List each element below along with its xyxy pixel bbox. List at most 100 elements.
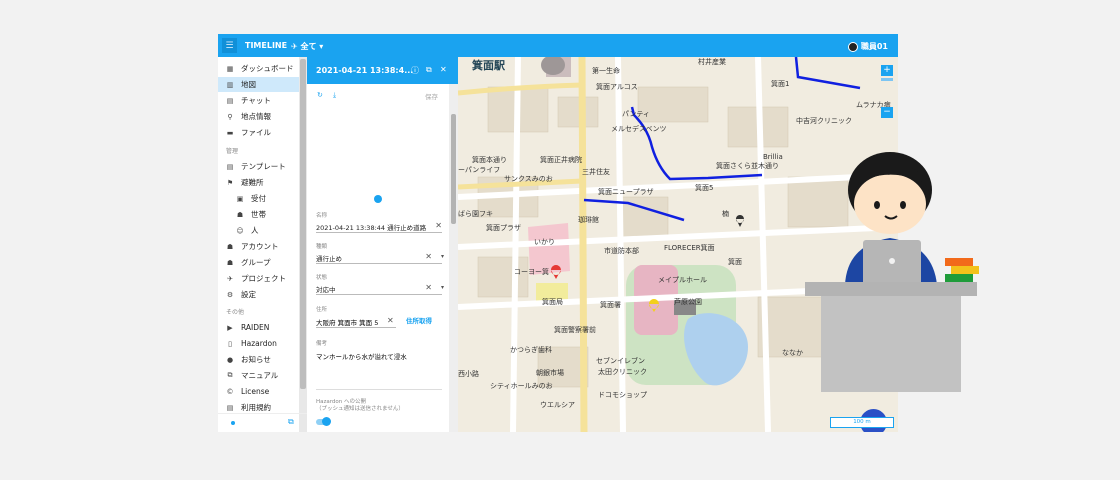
info-icon: ● [226,355,234,364]
map-place-label: いかり [534,238,555,246]
note-field[interactable]: 備考 マンホールから水が溢れて浸水 [316,339,442,361]
map-place-label: ななか [782,349,803,357]
map-place-label: シティホールみのお [490,382,553,390]
chevron-down-icon[interactable]: ▾ [441,253,444,260]
project-filter[interactable]: ✈ 全て ▾ [291,41,323,52]
sidebar-item-label: テンプレート [241,162,286,171]
map-place-label: 村井産業 [698,58,726,66]
sidebar-item[interactable]: ⧉ マニュアル [218,368,299,383]
map-place-label: ーパンライフ [458,166,501,174]
sidebar-item[interactable]: ▤ チャット [218,93,299,108]
app-title[interactable]: TIMELINE [245,41,287,50]
map-place-label: 太田クリニック [598,368,647,376]
sidebar-item[interactable]: ▯ Hazardon [218,336,299,351]
name-label: 名称 [316,213,328,219]
map-icon: ▥ [226,80,234,89]
sidebar-item[interactable]: ⚙ 設定 [218,287,299,302]
map-place-label: かつらぎ歯科 [510,346,552,354]
map-place-label: 箕面さくら並木通り [716,162,779,170]
sidebar-item[interactable]: ▥ 地図 [218,77,299,92]
publish-note: （プッシュ通知は送信されません） [316,406,404,412]
save-button[interactable]: 保存 [425,91,438,101]
map-place-label: 第一生命 [592,67,620,75]
status-select[interactable]: 状態 対応中 ✕ ▾ [316,273,444,295]
chevron-down-icon[interactable]: ▾ [441,284,444,291]
open-external-icon[interactable]: ⧉ [426,65,432,75]
download-icon[interactable]: ⤓ [333,91,336,100]
external-link-icon[interactable]: ⧉ [288,417,294,427]
sidebar-item[interactable]: ☗ アカウント [218,239,299,254]
clear-icon[interactable]: ✕ [387,316,394,325]
map-place-label: 箕面署 [600,301,621,309]
sidebar-item-label: お知らせ [241,355,271,364]
sidebar-scrollbar[interactable] [299,57,307,432]
close-icon[interactable]: ✕ [440,65,447,74]
sidebar-item[interactable]: ⚲ 地点情報 [218,109,299,124]
map-place-label: 箕面1 [771,80,790,88]
sidebar-item-label: 利用規約 [241,403,271,412]
map-place-label: 西小路 [458,370,479,378]
map-place-label: パンティ [622,110,650,118]
sidebar-item[interactable]: ▤ テンプレート [218,159,299,174]
group-icon: ☗ [226,258,234,267]
sidebar-item[interactable]: ▣ 受付 [218,191,299,206]
clear-icon[interactable]: ✕ [425,252,432,261]
sidebar-item-label: グループ [241,258,271,267]
sidebar-item-label: License [241,387,270,396]
map-place-label: 市道防本部 [604,247,639,255]
flag-icon: ⚑ [226,178,234,187]
sidebar-scroll-thumb[interactable] [300,59,306,389]
sidebar-item[interactable]: ▦ ダッシュボード [218,61,299,76]
map-place-label: 三井住友 [582,168,610,176]
zoom-slider[interactable] [881,78,893,81]
clear-icon[interactable]: ✕ [425,283,432,292]
zoom-out-button[interactable]: − [881,107,893,118]
note-label: 備考 [316,341,328,347]
sidebar-item-label: マニュアル [241,371,279,380]
map-place-label: 箕面アルコス [596,83,638,91]
map-place-label: メルセデスベンツ [611,125,667,133]
sidebar-item[interactable]: ⚑ 避難所 [218,175,299,190]
manual-icon: ⧉ [227,371,233,379]
info-icon[interactable]: ⓘ [411,65,419,76]
get-address-button[interactable]: 住所取得 [406,315,432,325]
name-value: 2021-04-21 13:38:44 通行止め道路 [316,224,427,232]
name-field[interactable]: 名称 2021-04-21 13:38:44 通行止め道路 ✕ [316,211,442,233]
toggle-knob [322,417,331,426]
type-select[interactable]: 種類 通行止め ✕ ▾ [316,242,444,264]
sidebar-item[interactable]: ▬ ファイル [218,125,299,140]
sidebar-item[interactable]: © License [218,384,299,399]
address-field[interactable]: 住所 大阪府 箕面市 箕面 5 ✕ 住所取得 [316,305,442,328]
map-place-label: 箕面 [728,258,742,266]
map-place-label: ばら園フキ [458,210,493,218]
panel-scroll-thumb[interactable] [451,114,456,224]
panel-header: 2021-04-21 13:38:4... ⓘ ⧉ ✕ [307,57,458,84]
clear-icon[interactable]: ✕ [435,221,442,230]
map-place-label: 芦原公園 [674,298,702,306]
chat-icon: ▤ [226,96,234,105]
sidebar-item-label: 地点情報 [241,112,271,121]
map-place-label: ドコモショップ [598,391,647,399]
refresh-icon[interactable]: ↻ [317,91,323,99]
reception-icon: ▣ [236,194,244,203]
map-place-label: FLORECER箕面 [664,244,715,252]
zoom-in-button[interactable]: + [881,65,893,76]
sidebar-item-label: 世帯 [251,210,266,219]
sidebar-item[interactable]: ☺ 人 [218,223,299,238]
sidebar-item[interactable]: ✈ プロジェクト [218,271,299,286]
sidebar-item-label: 受付 [251,194,266,203]
panel-scrollbar[interactable] [449,84,458,432]
app-window: ☰ TIMELINE ✈ 全て ▾ 職員01 ▦ ダッシュボード ▥ 地図 ▤ チャット ⚲… [218,34,898,432]
sidebar-item[interactable]: ● お知らせ [218,352,299,367]
publish-toggle[interactable] [316,417,331,426]
user-menu[interactable]: 職員01 [847,41,888,52]
map-place-label: 楠 [722,210,729,218]
sidebar-item[interactable]: ☗ 世帯 [218,207,299,222]
status-value: 対応中 [316,286,336,294]
sidebar-item-label: ファイル [241,128,271,137]
sidebar-item[interactable]: ☗ グループ [218,255,299,270]
sidebar-item-label: プロジェクト [241,274,286,283]
map-place-label: Brillia [763,153,783,161]
sidebar-item[interactable]: ▶ RAIDEN [218,320,299,335]
menu-icon[interactable]: ☰ [222,38,237,53]
